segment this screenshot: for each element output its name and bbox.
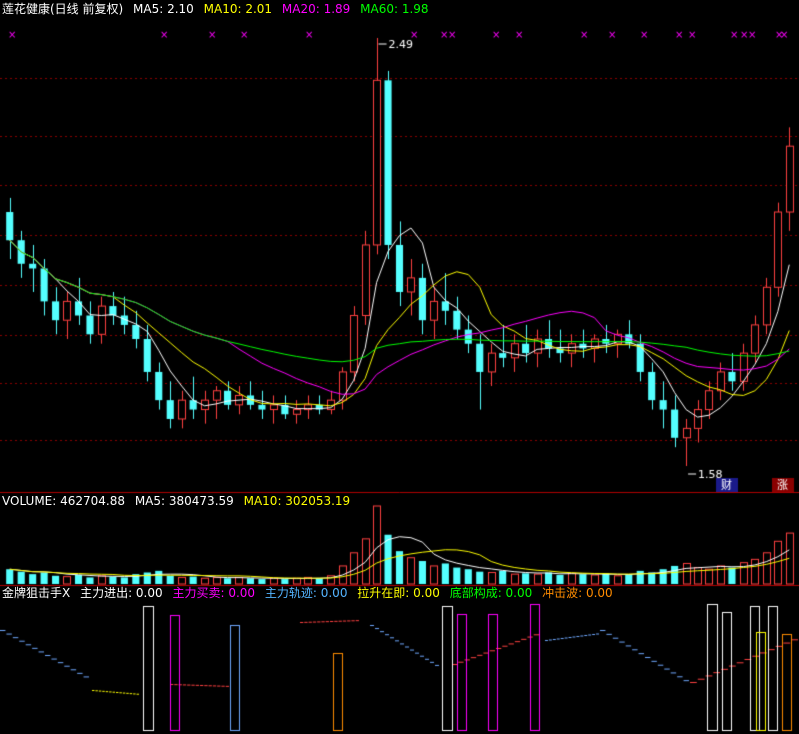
indicator-zlgj: 主力轨迹: 0.00 bbox=[264, 586, 348, 600]
volume-ma10-value: MA10: 302053.19 bbox=[243, 494, 351, 508]
volume-ma5-value: MA5: 380473.59 bbox=[134, 494, 234, 508]
indicator-cjb: 冲击波: 0.00 bbox=[542, 586, 613, 600]
indicator-zlmm: 主力买卖: 0.00 bbox=[172, 586, 256, 600]
indicator-lszj: 拉升在即: 0.00 bbox=[357, 586, 440, 600]
stock-title: 莲花健康(日线 前复权) bbox=[2, 2, 124, 16]
price-panel-header: 莲花健康(日线 前复权) MA5: 2.10 MA10: 2.01 MA20: … bbox=[2, 2, 435, 16]
volume-panel-header: VOLUME: 462704.88 MA5: 380473.59 MA10: 3… bbox=[2, 494, 356, 508]
ma10-value: MA10: 2.01 bbox=[203, 2, 273, 16]
ma60-value: MA60: 1.98 bbox=[360, 2, 429, 16]
kline-chart-canvas[interactable] bbox=[0, 0, 799, 734]
ma5-value: MA5: 2.10 bbox=[133, 2, 194, 16]
indicator-name: 金牌狙击手X bbox=[2, 586, 71, 600]
indicator-panel-header: 金牌狙击手X 主力进出: 0.00 主力买卖: 0.00 主力轨迹: 0.00 … bbox=[2, 586, 619, 600]
ma20-value: MA20: 1.89 bbox=[281, 2, 351, 16]
indicator-dbgc: 底部构成: 0.00 bbox=[449, 586, 533, 600]
indicator-zljc: 主力进出: 0.00 bbox=[80, 586, 163, 600]
volume-value: VOLUME: 462704.88 bbox=[2, 494, 125, 508]
